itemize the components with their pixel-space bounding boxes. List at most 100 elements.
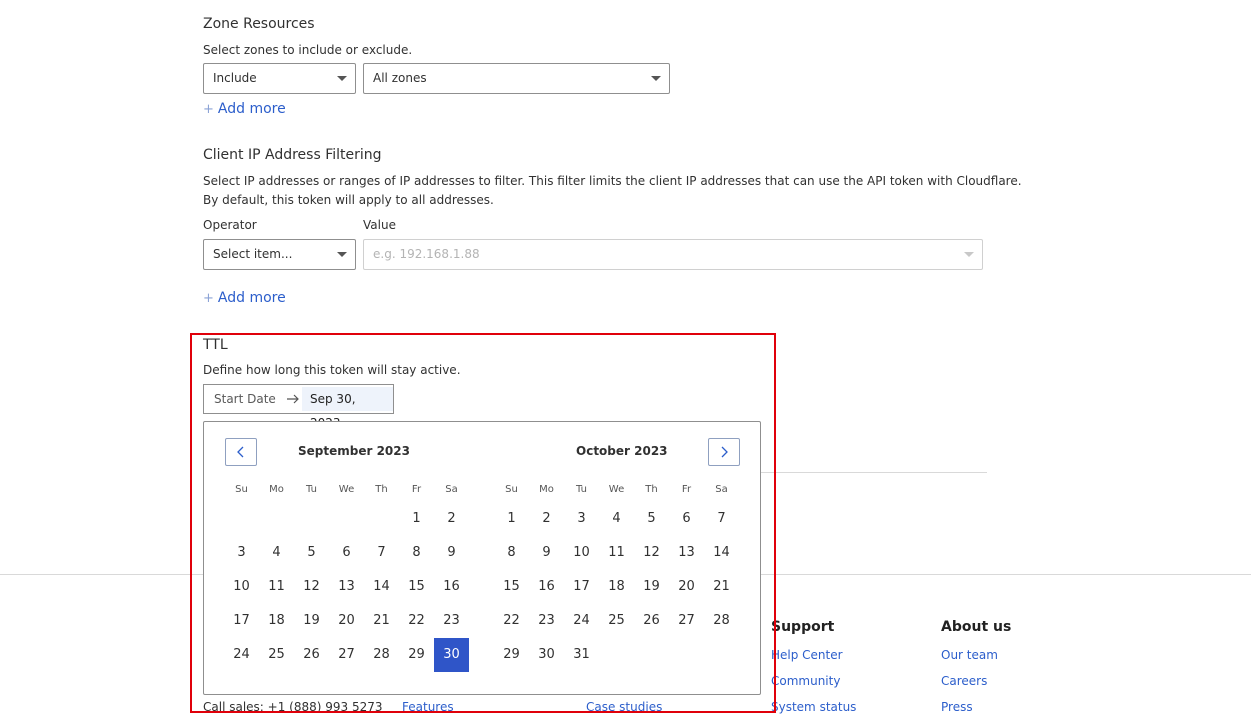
operator-select[interactable]: Select item... [203,239,356,270]
calendar-day-october-26[interactable]: 26 [634,604,669,638]
calendar-day-october-11[interactable]: 11 [599,536,634,570]
weekday-label: Th [645,484,658,495]
include-exclude-select[interactable]: Include [203,63,356,94]
end-date-input[interactable]: Sep 30, 2023 [302,387,393,430]
calendar-day-september-11[interactable]: 11 [259,570,294,604]
calendar-day-october-31[interactable]: 31 [564,638,599,672]
calendar-day-september-29[interactable]: 29 [399,638,434,672]
weekday-label: We [338,484,355,495]
calendar-day-september-1[interactable]: 1 [399,502,434,536]
calendar-day-september-10[interactable]: 10 [224,570,259,604]
footer-link-help-center[interactable]: Help Center [771,648,843,662]
calendar-day-october-20[interactable]: 20 [669,570,704,604]
calendar-day-september-19[interactable]: 19 [294,604,329,638]
calendar-day-october-2[interactable]: 2 [529,502,564,536]
calendar-day-october-24[interactable]: 24 [564,604,599,638]
footer-link-case-studies[interactable]: Case studies [586,700,662,714]
calendar-day-october-19[interactable]: 19 [634,570,669,604]
next-month-button[interactable] [708,438,740,466]
zones-select[interactable]: All zones [363,63,670,94]
calendar-day-september-26[interactable]: 26 [294,638,329,672]
calendar-day-september-18[interactable]: 18 [259,604,294,638]
zone-resources-description: Select zones to include or exclude. [203,43,413,57]
calendar-day-september-15[interactable]: 15 [399,570,434,604]
calendar-day-october-9[interactable]: 9 [529,536,564,570]
calendar-day-september-22[interactable]: 22 [399,604,434,638]
weekday-label: Sa [445,484,458,495]
footer-link-features[interactable]: Features [402,700,454,714]
calendar-day-september-3[interactable]: 3 [224,536,259,570]
footer-link-community[interactable]: Community [771,674,840,688]
calendar-day-october-17[interactable]: 17 [564,570,599,604]
footer-link-careers[interactable]: Careers [941,674,987,688]
calendar-day-september-27[interactable]: 27 [329,638,364,672]
footer-link-our-team[interactable]: Our team [941,648,998,662]
calendar-day-september-30[interactable]: 30 [434,638,469,672]
calendar-day-october-8[interactable]: 8 [494,536,529,570]
calendar-day-october-5[interactable]: 5 [634,502,669,536]
ip-filtering-title: Client IP Address Filtering [203,147,382,163]
calendar-day-september-7[interactable]: 7 [364,536,399,570]
calendar-day-october-7[interactable]: 7 [704,502,739,536]
calendar-day-october-1[interactable]: 1 [494,502,529,536]
zone-resources-title: Zone Resources [203,16,315,32]
calendar-day-october-6[interactable]: 6 [669,502,704,536]
calendar-day-september-16[interactable]: 16 [434,570,469,604]
calendar-day-october-12[interactable]: 12 [634,536,669,570]
calendar-day-october-23[interactable]: 23 [529,604,564,638]
calendar-day-october-28[interactable]: 28 [704,604,739,638]
calendar-day-september-8[interactable]: 8 [399,536,434,570]
calendar-day-october-16[interactable]: 16 [529,570,564,604]
ttl-date-range-picker[interactable]: Start Date Sep 30, 2023 [203,384,394,430]
calendar-day-september-20[interactable]: 20 [329,604,364,638]
calendar-day-october-30[interactable]: 30 [529,638,564,672]
chevron-right-icon [721,446,728,458]
calendar-day-october-13[interactable]: 13 [669,536,704,570]
calendar-day-october-22[interactable]: 22 [494,604,529,638]
calendar-day-october-21[interactable]: 21 [704,570,739,604]
calendar-day-october-27[interactable]: 27 [669,604,704,638]
calendar-day-october-4[interactable]: 4 [599,502,634,536]
caret-down-icon [337,252,347,257]
calendar-day-september-14[interactable]: 14 [364,570,399,604]
calendar-day-september-9[interactable]: 9 [434,536,469,570]
weekday-label: Th [375,484,388,495]
calendar-day-october-14[interactable]: 14 [704,536,739,570]
calendar-day-october-25[interactable]: 25 [599,604,634,638]
calendar-day-september-5[interactable]: 5 [294,536,329,570]
calendar-day-october-10[interactable]: 10 [564,536,599,570]
footer-link-system-status[interactable]: System status [771,700,856,714]
ip-value-placeholder: e.g. 192.168.1.88 [373,247,480,261]
calendar-day-september-4[interactable]: 4 [259,536,294,570]
calendar-day-october-3[interactable]: 3 [564,502,599,536]
footer-about-heading: About us [941,619,1012,635]
ttl-title: TTL [203,337,228,353]
calendar-day-october-18[interactable]: 18 [599,570,634,604]
month-title-september: September 2023 [298,444,410,458]
calendar-day-october-29[interactable]: 29 [494,638,529,672]
ip-value-input[interactable]: e.g. 192.168.1.88 [363,239,983,270]
include-select-value: Include [213,71,257,85]
zone-add-more-link[interactable]: + Add more [203,101,286,117]
weekday-label: Tu [576,484,587,495]
calendar-day-september-21[interactable]: 21 [364,604,399,638]
ip-filtering-description: Select IP addresses or ranges of IP addr… [203,172,1103,210]
weekday-label: Su [235,484,248,495]
calendar-day-october-15[interactable]: 15 [494,570,529,604]
calendar-day-september-12[interactable]: 12 [294,570,329,604]
chevron-left-icon [237,446,244,458]
calendar-day-september-2[interactable]: 2 [434,502,469,536]
zones-select-value: All zones [373,71,427,85]
calendar-day-september-13[interactable]: 13 [329,570,364,604]
calendar-day-september-28[interactable]: 28 [364,638,399,672]
footer-link-press[interactable]: Press [941,700,973,714]
calendar-day-september-17[interactable]: 17 [224,604,259,638]
calendar-day-september-25[interactable]: 25 [259,638,294,672]
ip-add-more-link[interactable]: + Add more [203,290,286,306]
date-picker-calendar: September 2023 October 2023 Su Mo Tu We Th Fr… [203,421,761,695]
calendar-day-september-23[interactable]: 23 [434,604,469,638]
start-date-input[interactable]: Start Date [214,392,276,406]
previous-month-button[interactable] [225,438,257,466]
calendar-day-september-6[interactable]: 6 [329,536,364,570]
calendar-day-september-24[interactable]: 24 [224,638,259,672]
